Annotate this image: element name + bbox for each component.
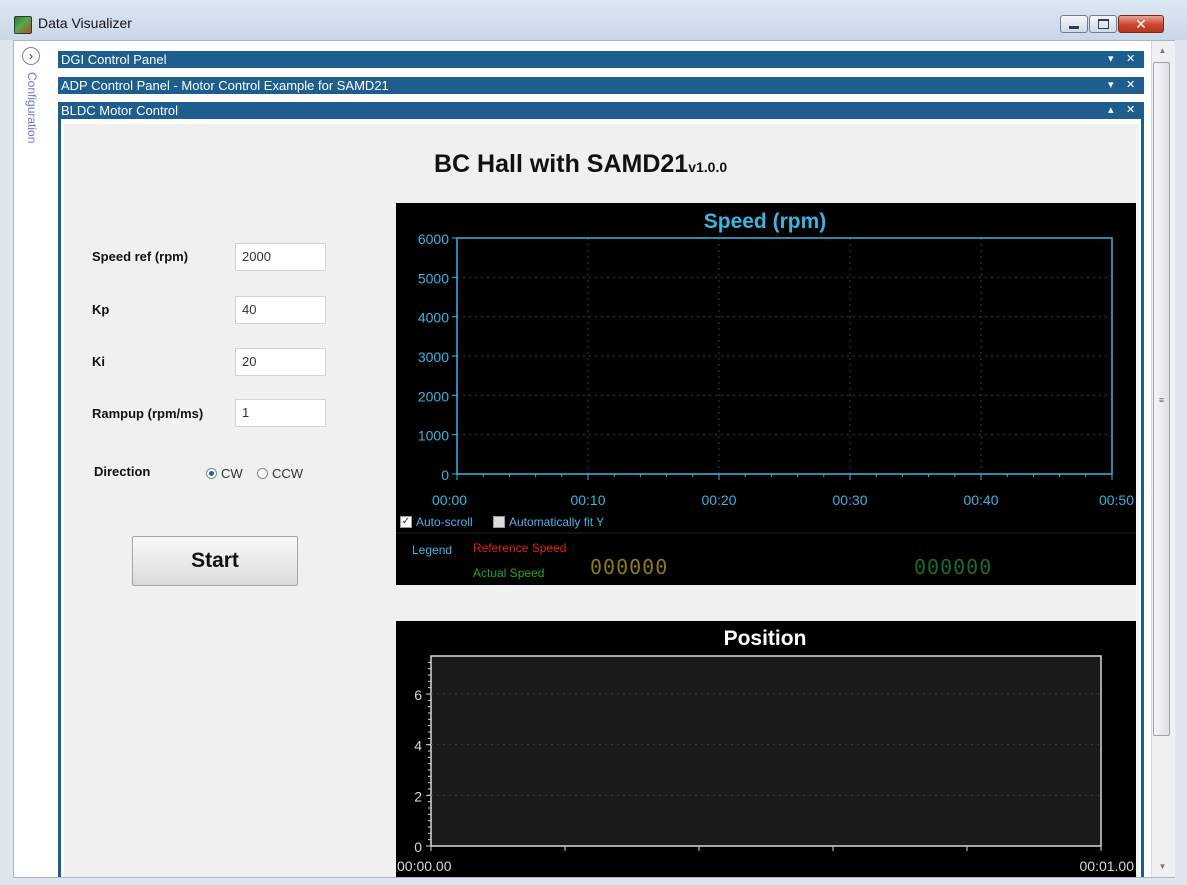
speed-chart: Speed (rpm) 0 1000 2000 3000 4000 5000 6000 00…	[396, 203, 1136, 585]
position-y-tick-label: 2	[414, 788, 422, 804]
direction-ccw-option[interactable]: CCW	[257, 466, 303, 481]
position-chart-svg: Position 0 2 4 6 00:00.00 00:01.00	[397, 627, 1135, 874]
speed-y-tick-label: 4000	[418, 310, 449, 326]
auto-fit-y-label: Automatically fit Y	[509, 515, 605, 529]
position-plot-frame	[430, 655, 1102, 847]
position-y-axis: 0 2 4 6	[414, 661, 431, 855]
position-y-tick-label: 0	[414, 839, 422, 855]
speed-ref-input[interactable]: 2000	[235, 243, 326, 271]
speed-chart-title: Speed (rpm)	[704, 210, 827, 233]
legend-reference-speed: Reference Speed	[473, 541, 567, 555]
chevron-right-icon[interactable]: ›	[22, 47, 40, 65]
speed-y-tick-label: 1000	[418, 428, 449, 444]
collapse-icon[interactable]: ▾	[1108, 77, 1114, 94]
close-panel-icon[interactable]: ✕	[1126, 102, 1135, 119]
speed-y-tick-label: 5000	[418, 270, 449, 286]
speed-y-tick-label: 2000	[418, 388, 449, 404]
speed-x-tick-label: 00:00	[432, 492, 467, 508]
maximize-icon	[1097, 19, 1109, 29]
configuration-tab[interactable]: Configuration	[17, 72, 39, 172]
close-panel-icon[interactable]: ✕	[1126, 77, 1135, 94]
speed-x-tick-label: 00:10	[570, 492, 605, 508]
scrollbar-grip-icon: ≡	[1158, 395, 1165, 405]
auto-fit-y-option[interactable]: Automatically fit Y	[493, 515, 604, 529]
kp-input[interactable]: 40	[235, 296, 326, 324]
rampup-input[interactable]: 1	[235, 399, 326, 427]
maximize-button[interactable]	[1089, 15, 1117, 33]
expand-icon[interactable]: ▴	[1108, 102, 1114, 119]
speed-x-tick-label: 00:20	[701, 492, 736, 508]
legend-label: Legend	[412, 543, 453, 557]
close-panel-icon[interactable]: ✕	[1126, 51, 1135, 68]
position-chart-title: Position	[724, 627, 807, 650]
app-version: v1.0.0	[688, 159, 728, 175]
position-x-end-label: 00:01.00	[1080, 858, 1135, 874]
minimize-button[interactable]	[1060, 15, 1088, 33]
collapse-icon[interactable]: ▾	[1108, 51, 1114, 68]
kp-label: Kp	[92, 302, 110, 317]
speed-y-tick-label: 6000	[418, 231, 449, 247]
rampup-label: Rampup (rpm/ms)	[92, 406, 204, 421]
speed-chart-grid	[457, 238, 1112, 474]
scroll-up-arrow-icon[interactable]: ▲	[1151, 41, 1174, 61]
ccw-label: CCW	[272, 466, 304, 481]
dgi-control-panel-header[interactable]: DGI Control Panel ▾ ✕	[58, 51, 1144, 68]
minimize-icon	[1069, 25, 1079, 29]
close-window-button[interactable]: ✕	[1118, 15, 1164, 33]
speed-plot-frame	[456, 237, 1113, 475]
window-titlebar	[0, 0, 1187, 40]
auto-scroll-label: Auto-scroll	[416, 515, 473, 529]
speed-x-axis: 00:00 00:10 00:20 00:30 00:40 00:50	[432, 474, 1134, 508]
app-heading: BC Hall with SAMD21v1.0.0	[434, 150, 727, 179]
cw-label: CW	[221, 466, 243, 481]
ccw-radio[interactable]	[257, 468, 268, 479]
panel-title: DGI Control Panel	[61, 52, 167, 67]
speed-y-tick-label: 0	[441, 467, 449, 483]
position-y-tick-label: 6	[414, 687, 422, 703]
bldc-motor-control-header[interactable]: BLDC Motor Control ▴ ✕	[58, 102, 1144, 119]
panel-title: BLDC Motor Control	[61, 103, 179, 118]
direction-cw-option[interactable]: CW	[206, 466, 243, 481]
speed-y-tick-label: 3000	[418, 349, 449, 365]
speed-ref-label: Speed ref (rpm)	[92, 249, 189, 264]
direction-label: Direction	[94, 464, 151, 479]
close-icon: ✕	[1135, 15, 1147, 32]
scroll-down-arrow-icon[interactable]: ▼	[1151, 857, 1174, 877]
position-y-tick-label: 4	[414, 738, 422, 754]
speed-x-tick-label: 00:40	[963, 492, 998, 508]
legend-actual-speed: Actual Speed	[473, 566, 545, 580]
adp-control-panel-header[interactable]: ADP Control Panel - Motor Control Exampl…	[58, 77, 1144, 94]
reference-speed-readout: 000000	[590, 555, 669, 579]
speed-x-tick-label: 00:50	[1099, 492, 1134, 508]
speed-y-axis: 0 1000 2000 3000 4000 5000 6000	[418, 231, 457, 483]
window-title: Data Visualizer	[38, 15, 132, 31]
start-button[interactable]: Start	[132, 536, 298, 586]
position-x-start-label: 00:00.00	[397, 858, 452, 874]
speed-x-tick-label: 00:30	[832, 492, 867, 508]
panel-title: ADP Control Panel - Motor Control Exampl…	[61, 78, 389, 93]
position-chart: Position 0 2 4 6 00:00.00 00:01.00	[396, 621, 1136, 877]
cw-radio[interactable]	[206, 468, 217, 479]
auto-scroll-option[interactable]: ✓ Auto-scroll	[400, 515, 473, 529]
auto-scroll-checkbox[interactable]: ✓	[400, 516, 412, 528]
app-heading-title: BC Hall with SAMD21	[434, 150, 689, 178]
ki-label: Ki	[92, 354, 105, 369]
actual-speed-readout: 000000	[914, 555, 993, 579]
app-icon	[14, 16, 32, 34]
auto-fit-y-checkbox[interactable]	[493, 516, 505, 528]
ki-input[interactable]: 20	[235, 348, 326, 376]
